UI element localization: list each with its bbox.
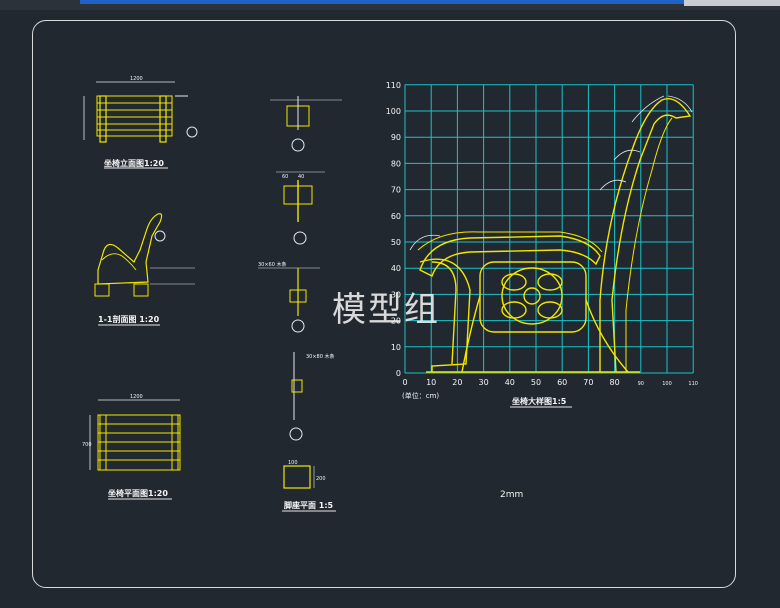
x-tick-label: 20 [452,378,462,387]
bench-section-view: 1-1剖面图 1:20 [94,213,195,326]
detail-grid: 1101009080706050403020100 0 10 20 30 40 50 60 7… [386,81,698,387]
y-tick-label: 50 [391,238,401,247]
dim-1200-b: 1200 [130,394,143,400]
y-tick-label: 80 [391,159,401,168]
y-tick-label: 40 [391,264,401,273]
x-tick-label: 100 [662,381,672,387]
section-title: 1-1剖面图 1:20 [98,314,160,324]
y-tick-label: 10 [391,343,401,352]
dim-60: 60 [282,174,288,180]
y-tick-label: 90 [391,133,401,142]
scale-note: 2mm [500,490,523,500]
y-tick-label: 60 [391,212,401,221]
y-tick-label: 100 [386,107,401,116]
dim-30x60: 30×60 木条 [258,261,287,268]
x-tick-label: 80 [610,378,620,387]
x-tick-label: 110 [688,381,698,387]
dim-1200-a: 1200 [130,76,143,82]
x-tick-label: 30 [479,378,489,387]
unit-label: (单位：cm) [402,391,439,400]
y-tick-label: 70 [391,186,401,195]
dim-100: 100 [288,460,298,466]
x-tick-label: 50 [531,378,541,387]
dim-40: 40 [298,174,304,180]
bench-plan-view: 1200 700 坐椅平面图1:20 [82,394,181,500]
x-tick-label: 40 [505,378,515,387]
bench-elevation-view: 1200 坐椅立面图1:20 [83,76,198,169]
detail-title: 坐椅大样图1:5 [512,396,567,406]
dim-30x80: 30×80 木条 [306,353,335,360]
x-tick-label: 90 [638,381,644,387]
watermark: 模型组 [332,290,440,330]
x-tick-label: 60 [557,378,567,387]
dim-200: 200 [316,476,326,482]
elevation-title: 坐椅立面图1:20 [104,158,164,168]
y-tick-label: 110 [386,81,401,90]
post-details: 60 40 30×60 木条 30×80 木条 100 200 脚座平面 1:5 [258,96,342,512]
x-tick-label: 70 [583,378,593,387]
y-tick-label: 0 [396,369,401,378]
x-tick-label: 0 [402,378,407,387]
dim-700: 700 [82,442,92,448]
foot-plan-title: 脚座平面 1:5 [284,500,334,510]
plan-title: 坐椅平面图1:20 [108,488,168,498]
x-tick-label: 10 [426,378,436,387]
